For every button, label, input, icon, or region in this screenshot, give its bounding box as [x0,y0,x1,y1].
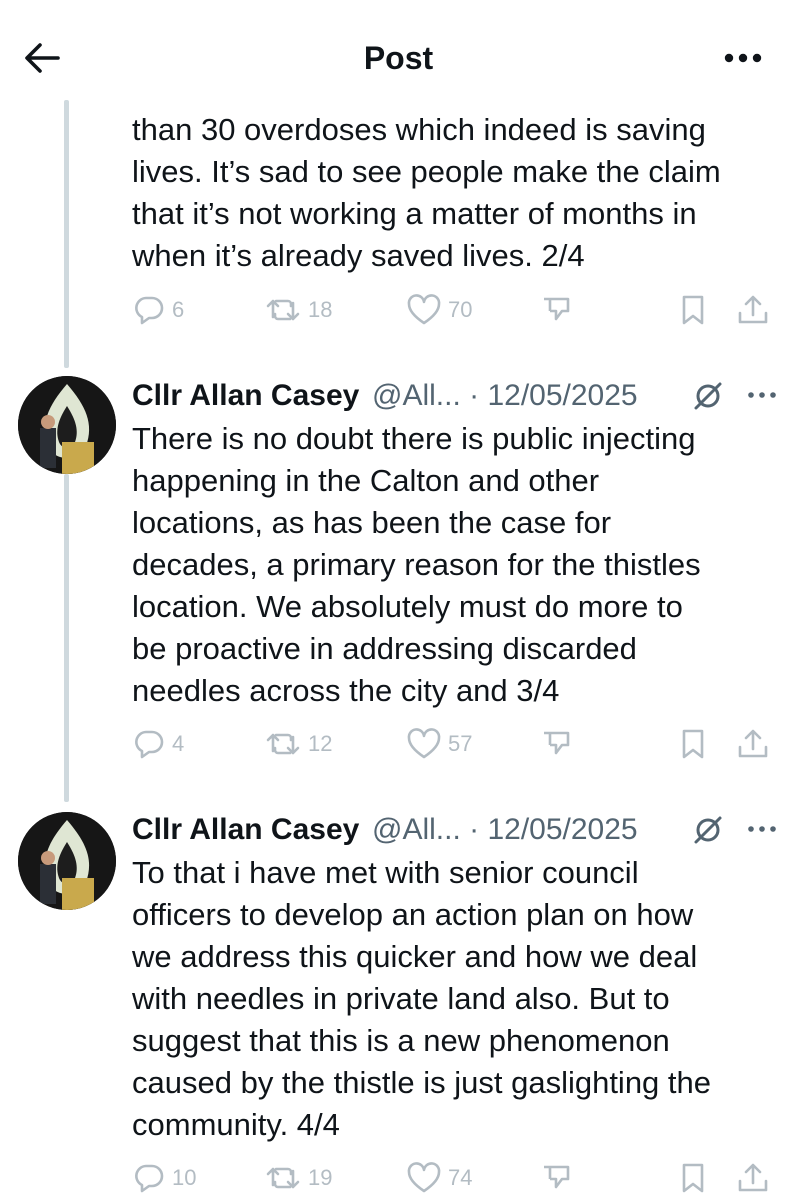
reply-button[interactable]: 4 [132,724,184,764]
repost-icon [266,733,300,755]
profile-photo [18,812,116,910]
tweet-header: Cllr Allan Casey @All... · 12/05/2025 [132,374,792,418]
tweet-text: than 30 overdoses which indeed is saving… [132,112,721,273]
share-button[interactable] [735,1158,771,1198]
reply-icon [135,1164,164,1193]
reply-count: 6 [172,297,185,322]
post-screen: Post than 30 overdoses which indeed is s… [0,0,797,1200]
reply-button[interactable]: 10 [132,1158,196,1198]
tweet-actions: 10 19 74 [132,1158,777,1198]
share-icon [738,295,768,324]
repost-icon [266,1167,300,1189]
repost-button[interactable]: 18 [264,290,332,330]
like-count: 70 [448,297,473,322]
reply-count: 10 [172,1165,197,1190]
repost-count: 18 [308,297,333,322]
like-button[interactable]: 74 [406,1158,472,1198]
top-bar: Post [0,0,797,110]
heart-icon [407,294,441,325]
share-button[interactable] [735,724,771,764]
bookmark-icon [682,1163,704,1193]
like-button[interactable]: 70 [406,290,472,330]
thread-line [64,474,69,802]
repost-count: 12 [308,731,333,756]
like-button[interactable]: 57 [406,724,472,764]
repost-button[interactable]: 19 [264,1158,332,1198]
reply-button[interactable]: 6 [132,290,184,330]
share-button[interactable] [735,290,771,330]
like-count: 74 [448,1165,473,1190]
share-icon [738,1163,768,1192]
reply-icon [135,730,164,759]
analytics-icon [544,297,570,321]
bookmark-button[interactable] [677,1158,709,1198]
profile-photo [18,376,116,474]
heart-icon [407,728,441,759]
repost-icon [266,299,300,321]
page-title: Post [363,40,434,76]
tweet-actions: 6 18 70 [132,290,777,330]
more-button[interactable] [718,38,768,78]
handle-and-date[interactable]: @All... · 12/05/2025 [372,374,638,418]
bookmark-icon [682,295,704,325]
repost-count: 19 [308,1165,333,1190]
bookmark-icon [682,729,704,759]
author-name[interactable]: Cllr Allan Casey [132,808,359,852]
tweet-text: There is no doubt there is public inject… [132,421,701,708]
views-button[interactable] [538,290,574,330]
bookmark-button[interactable] [677,724,709,764]
like-count: 57 [448,731,473,756]
tweet-more-icon[interactable] [744,380,780,410]
analytics-icon [544,731,570,755]
grok-icon[interactable] [690,812,726,848]
share-icon [738,729,768,758]
heart-icon [407,1162,441,1193]
avatar[interactable] [18,376,116,474]
reply-icon [135,296,164,325]
thread-line [64,100,69,368]
tweet-header: Cllr Allan Casey @All... · 12/05/2025 [132,808,792,852]
repost-button[interactable]: 12 [264,724,332,764]
handle-and-date[interactable]: @All... · 12/05/2025 [372,808,638,852]
avatar[interactable] [18,812,116,910]
views-button[interactable] [538,1158,574,1198]
tweet-more-icon[interactable] [744,814,780,844]
tweet-text: To that i have met with senior council o… [132,855,712,1142]
grok-icon[interactable] [690,378,726,414]
analytics-icon [544,1165,570,1189]
author-name[interactable]: Cllr Allan Casey [132,374,359,418]
reply-count: 4 [172,731,185,756]
bookmark-button[interactable] [677,290,709,330]
tweet-actions: 4 12 57 [132,724,777,764]
views-button[interactable] [538,724,574,764]
more-horizontal-icon [724,53,762,63]
